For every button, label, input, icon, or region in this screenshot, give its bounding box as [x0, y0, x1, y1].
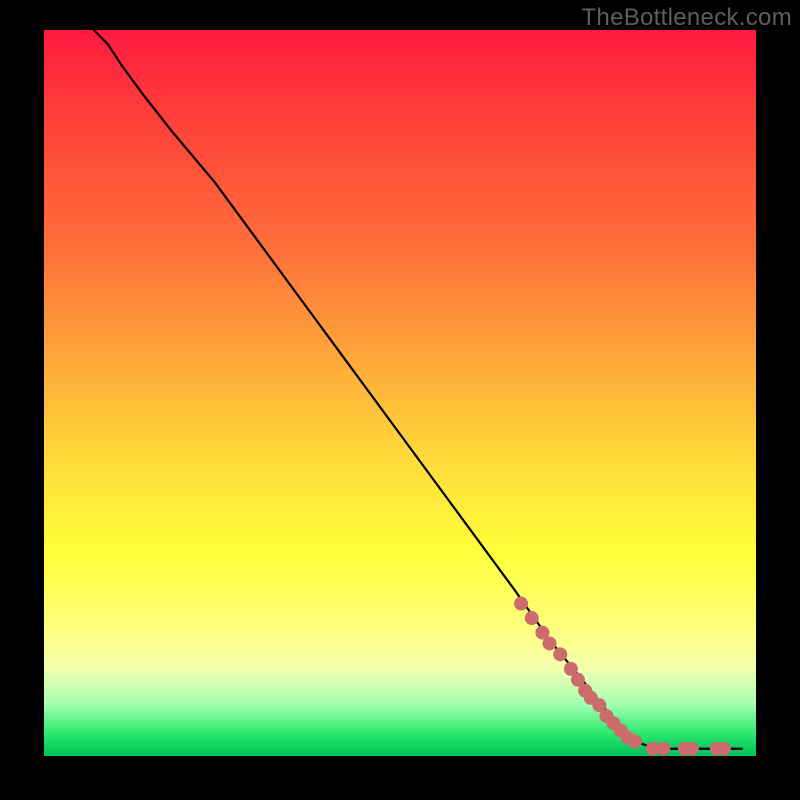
data-point	[525, 611, 539, 625]
data-point	[717, 742, 731, 756]
plot-area	[44, 30, 756, 756]
chart-svg	[44, 30, 756, 756]
data-point	[628, 734, 642, 748]
data-point	[656, 742, 670, 756]
data-point	[543, 636, 557, 650]
watermark-text: TheBottleneck.com	[581, 4, 792, 32]
bottleneck-curve	[94, 30, 742, 749]
data-point	[685, 742, 699, 756]
chart-frame: TheBottleneck.com	[0, 0, 800, 800]
points-layer	[514, 597, 731, 756]
data-point	[553, 647, 567, 661]
curve-layer	[94, 30, 742, 749]
data-point	[514, 597, 528, 611]
